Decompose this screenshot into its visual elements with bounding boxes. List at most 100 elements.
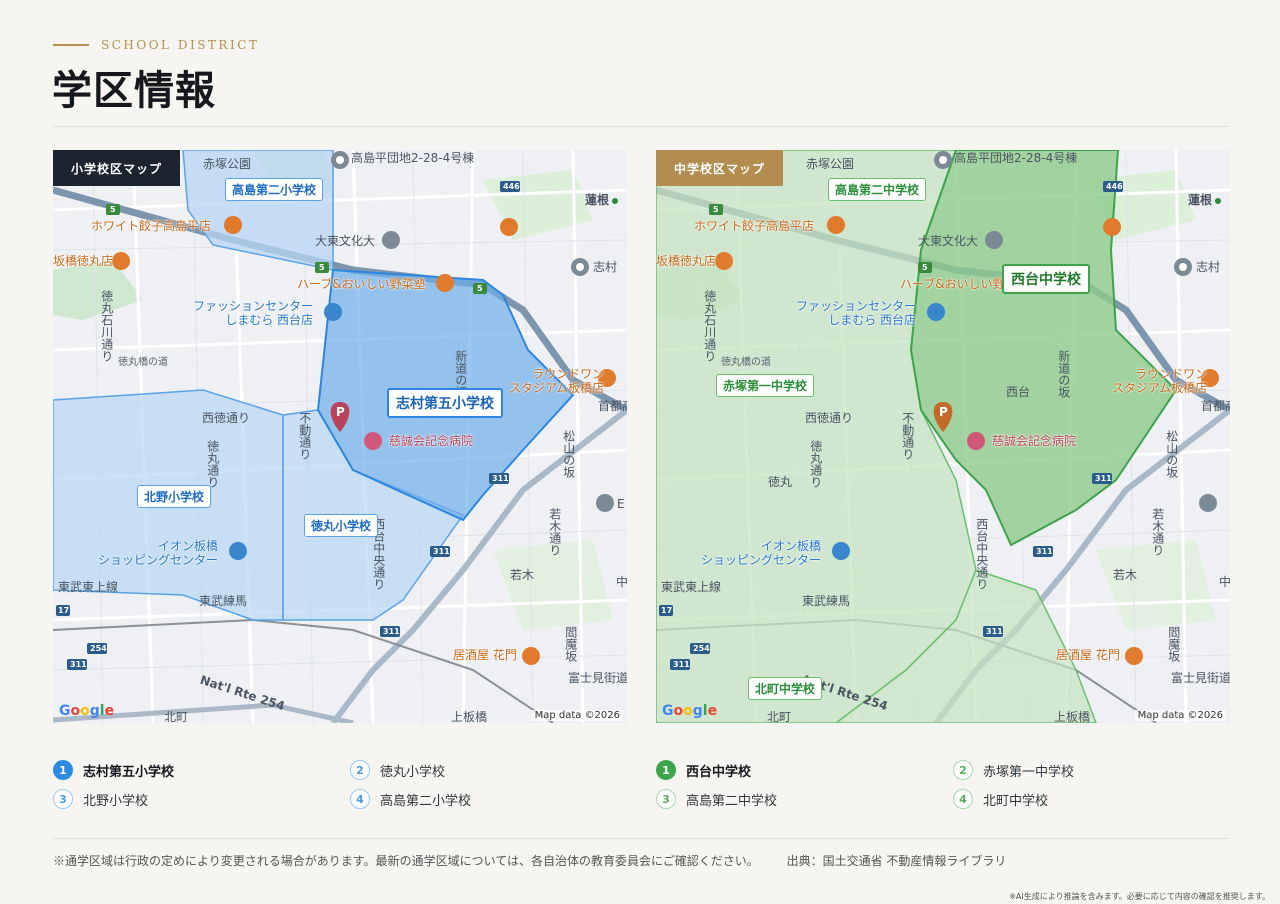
middle-school-map[interactable]: 5 5 446 311 311 311 311 17 254 中学校区マップ 高… [656, 150, 1230, 723]
school-label[interactable]: 北野小学校 [137, 485, 212, 508]
school-label[interactable]: 高島第二中学校 [828, 178, 927, 201]
parking-pin-label: P [939, 405, 948, 419]
place-label: ラウンドワン スタジアム板橋店 [1112, 367, 1208, 395]
place-label: 西徳通り [805, 411, 854, 425]
place-label: 不動通り [297, 412, 312, 460]
place-label: 若木通り [547, 508, 562, 556]
place-label: 大東文化大 [315, 234, 376, 248]
place-label: 志村 [1196, 260, 1221, 274]
place-label: 徳丸橋の道 [721, 357, 771, 368]
svg-text:5: 5 [713, 205, 719, 214]
place-label: 慈誠会記念病院 [389, 434, 474, 448]
place-label: 赤塚公園 [806, 157, 855, 171]
legend-school-name: 北町中学校 [983, 793, 1049, 809]
svg-text:254: 254 [90, 644, 107, 653]
bottom-divider [53, 838, 1230, 839]
legend-school-name: 高島第二小学校 [380, 793, 472, 809]
place-label: ファッションセンター しまむら 西台店 [193, 299, 314, 327]
place-label: 北町 [164, 710, 189, 723]
map-attribution: Map data ©2026 [1134, 710, 1226, 721]
legend-item[interactable]: 2 赤塚第一中学校 [953, 760, 1074, 780]
school-label[interactable]: 赤塚第一中学校 [716, 374, 815, 397]
ai-disclaimer: ※AI生成により推論を含みます。必要に応じて内容の確認を推奨します。 [1009, 892, 1270, 901]
place-label: 大東文化大 [918, 234, 979, 248]
place-label: 徳丸石川通り [99, 290, 114, 362]
legend-item[interactable]: 4 北町中学校 [953, 789, 1048, 809]
legend-number: 4 [953, 789, 973, 809]
svg-text:446: 446 [503, 182, 520, 191]
legend-school-name: 赤塚第一中学校 [983, 764, 1075, 780]
place-label: 不動通り [900, 412, 915, 460]
place-label: 若木通り [1150, 508, 1165, 556]
place-label: 首都高速 [1201, 399, 1230, 413]
legend-number: 3 [656, 789, 676, 809]
place-label: 新道の坂 [1056, 350, 1071, 398]
legend-item[interactable]: 2 徳丸小学校 [350, 760, 445, 780]
place-label: 東武東上線 [661, 580, 722, 594]
legend-number: 1 [53, 760, 73, 780]
svg-text:311: 311 [673, 660, 690, 669]
place-label: 高島平団地2-28-4号棟 [351, 151, 475, 165]
svg-text:311: 311 [383, 627, 400, 636]
svg-text:254: 254 [693, 644, 710, 653]
place-label: 徳丸橋の道 [118, 357, 168, 368]
svg-text:5: 5 [319, 263, 325, 272]
primary-school-label[interactable]: 西台中学校 [1002, 264, 1090, 294]
section-eyebrow: SCHOOL DISTRICT [53, 38, 259, 52]
svg-text:17: 17 [58, 606, 69, 615]
legend-item[interactable]: 1 西台中学校 [656, 760, 751, 780]
legend-school-name: 徳丸小学校 [380, 764, 446, 780]
place-label: 徳丸 [768, 475, 793, 489]
footnote-text: ※通学区域は行政の定めにより変更される場合があります。最新の通学区域については、… [53, 854, 759, 868]
legend-school-name: 高島第二中学校 [686, 793, 778, 809]
place-label: 東武東上線 [58, 580, 119, 594]
place-label: 高島平団地2-28-4号棟 [954, 151, 1078, 165]
place-label: 閻魔坂 [563, 626, 578, 662]
place-label: 蓮根 [585, 193, 610, 207]
place-label: 松山の坂 [1164, 430, 1179, 478]
page-title: 学区情報 [52, 67, 216, 114]
parking-pin-label: P [336, 405, 345, 419]
place-label: 西徳通り [202, 411, 251, 425]
place-label: 慈誠会記念病院 [992, 434, 1077, 448]
place-label: イオン板橋 ショッピングセンター [701, 539, 822, 567]
place-label: 若木 [510, 568, 535, 582]
place-label: 閻魔坂 [1166, 626, 1181, 662]
school-label[interactable]: 北町中学校 [748, 677, 823, 700]
place-label: 中 [1219, 575, 1230, 589]
place-label: 松山の坂 [561, 430, 576, 478]
place-label: E [617, 497, 625, 511]
place-label: ホワイト餃子高島平店 [694, 219, 815, 233]
place-label: 徳丸通り [808, 440, 823, 488]
legend-school-name: 志村第五小学校 [83, 764, 175, 780]
place-label: 中 [616, 575, 627, 589]
route-shield-5: 5 [110, 205, 116, 214]
place-label: 西台中央通り [974, 518, 989, 590]
place-label: 居酒屋 花門 [1056, 648, 1120, 662]
google-logo: Google [662, 703, 718, 719]
school-label[interactable]: 徳丸小学校 [304, 514, 379, 537]
place-label: イオン板橋 ショッピングセンター [98, 539, 219, 567]
svg-text:311: 311 [492, 474, 509, 483]
place-label: 首都高速 [598, 399, 627, 413]
legend-item[interactable]: 3 北野小学校 [53, 789, 148, 809]
school-label[interactable]: 高島第二小学校 [225, 178, 324, 201]
place-label: 徳丸通り [205, 440, 220, 488]
elementary-map[interactable]: 5 5 5 446 311 311 311 311 17 254 小学校区マップ… [53, 150, 627, 723]
place-label: 坂橋徳丸店 [656, 254, 717, 268]
place-label: 坂橋徳丸店 [53, 254, 114, 268]
eyebrow-rule [53, 44, 89, 46]
legend-item[interactable]: 4 高島第二小学校 [350, 789, 471, 809]
place-label: 若木 [1113, 568, 1138, 582]
legend-school-name: 西台中学校 [686, 764, 752, 780]
place-label: 蓮根 [1188, 193, 1213, 207]
svg-text:311: 311 [433, 547, 450, 556]
place-label: ラウンドワン スタジアム板橋店 [509, 367, 605, 395]
place-label: 上板橋 [451, 710, 488, 723]
map-attribution: Map data ©2026 [531, 710, 623, 721]
legend-item[interactable]: 1 志村第五小学校 [53, 760, 174, 780]
legend-item[interactable]: 3 高島第二中学校 [656, 789, 777, 809]
place-label: 西台 [1006, 385, 1031, 399]
svg-text:311: 311 [70, 660, 87, 669]
primary-school-label[interactable]: 志村第五小学校 [387, 388, 503, 418]
